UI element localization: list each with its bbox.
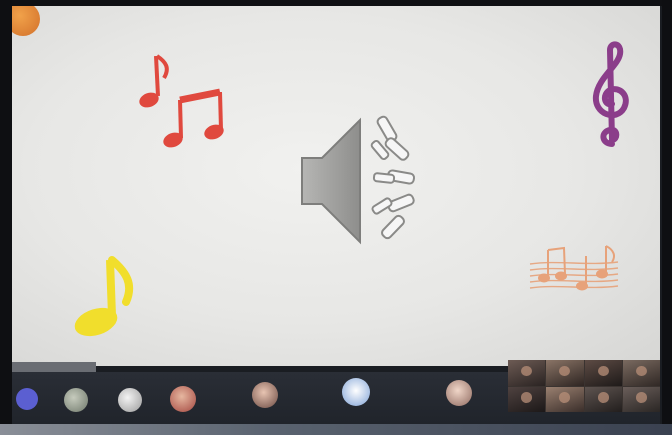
avatar (16, 388, 38, 410)
face-silhouette (635, 392, 647, 403)
yellow-eighth-note-icon (74, 256, 134, 337)
face-silhouette (559, 392, 571, 403)
participant-tile[interactable] (116, 378, 144, 422)
avatar (446, 380, 472, 406)
participant-video[interactable] (584, 360, 622, 386)
face-silhouette (521, 365, 533, 377)
participant-video[interactable] (508, 386, 546, 412)
participant-tile[interactable] (168, 378, 198, 422)
face-silhouette (521, 392, 533, 403)
avatar (64, 388, 88, 412)
red-beamed-eighth-notes-icon (163, 88, 224, 148)
participant-video[interactable] (546, 360, 584, 386)
participant-video[interactable] (622, 386, 660, 412)
monitor-bezel-right (662, 0, 672, 435)
participant-tile[interactable] (420, 378, 500, 422)
participant-tile[interactable] (316, 378, 396, 422)
presenter-name-chip (12, 362, 96, 372)
participant-video[interactable] (508, 360, 546, 386)
speaker-sound-icon[interactable] (296, 106, 436, 256)
participant-video[interactable] (622, 360, 660, 386)
participant-tile[interactable] (236, 378, 296, 422)
orange-staff-notes-icon (529, 245, 619, 291)
avatar (118, 388, 142, 412)
face-silhouette (597, 365, 609, 377)
participant-tile[interactable] (14, 378, 40, 422)
face-silhouette (559, 365, 571, 377)
avatar (170, 386, 196, 412)
face-silhouette (635, 365, 647, 377)
participant-video[interactable] (546, 386, 584, 412)
shared-slide (12, 6, 660, 366)
avatar (252, 382, 278, 408)
participant-video[interactable] (584, 386, 622, 412)
app-corner-badge[interactable] (12, 6, 40, 36)
participant-tile[interactable] (62, 378, 90, 422)
monitor-bezel-left (0, 0, 12, 435)
avatar (342, 378, 370, 406)
purple-treble-clef-icon (592, 41, 629, 147)
video-gallery[interactable] (508, 360, 660, 412)
face-silhouette (597, 392, 609, 403)
taskbar-edge (0, 424, 672, 435)
